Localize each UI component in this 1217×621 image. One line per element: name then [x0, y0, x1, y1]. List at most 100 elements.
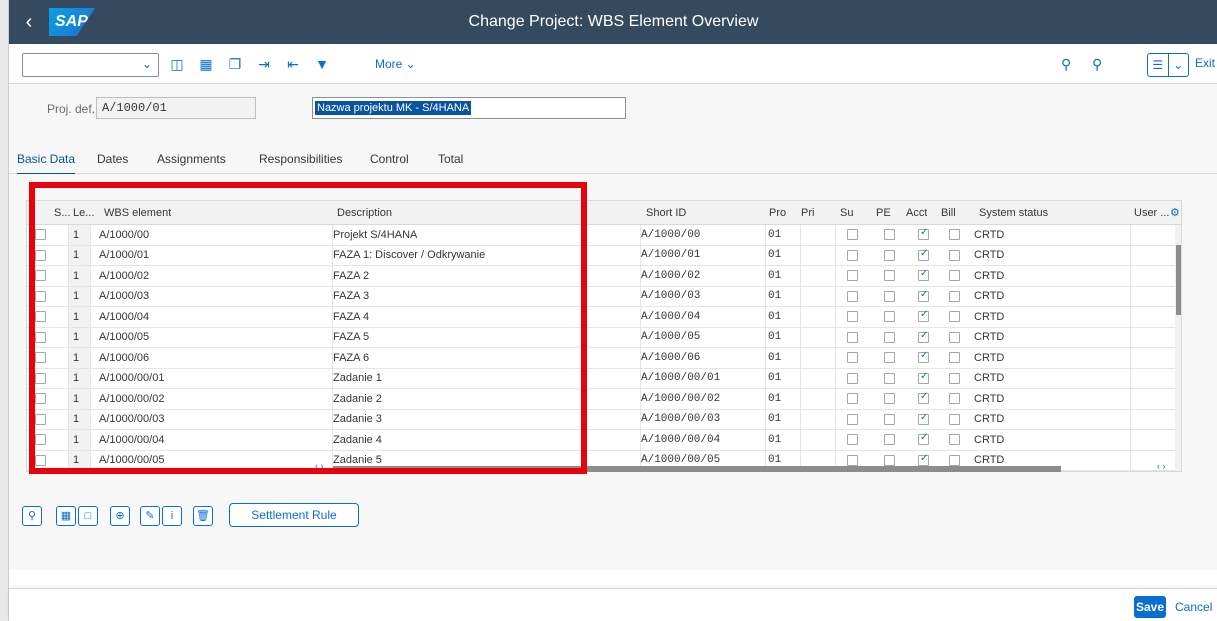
pro-cell[interactable]: 01: [768, 225, 781, 245]
short-cell[interactable]: A/1000/05: [641, 328, 700, 348]
acct-checkbox[interactable]: [918, 289, 929, 302]
short-cell[interactable]: A/1000/00/04: [641, 430, 720, 450]
su-cell[interactable]: [847, 389, 858, 409]
acct-checkbox[interactable]: [918, 330, 929, 343]
tab-responsibilities[interactable]: Responsibilities: [259, 152, 342, 166]
acct-cell[interactable]: [918, 307, 929, 327]
pe-checkbox[interactable]: [884, 352, 895, 364]
bill-cell[interactable]: [949, 287, 960, 307]
pe-cell[interactable]: [884, 266, 895, 286]
pro-cell[interactable]: 01: [768, 287, 781, 307]
vertical-scrollbar[interactable]: [1175, 225, 1181, 471]
status-cell[interactable]: CRTD: [974, 287, 1004, 307]
su-cell[interactable]: [847, 410, 858, 430]
sel-checkbox[interactable]: [35, 393, 46, 405]
acct-checkbox[interactable]: [918, 268, 929, 282]
bill-cell[interactable]: [949, 430, 960, 450]
sel-cell[interactable]: [35, 246, 46, 266]
desc-cell[interactable]: Zadanie 2: [333, 389, 382, 409]
acct-cell[interactable]: [918, 287, 929, 307]
chevron-down-icon[interactable]: ⌄: [1169, 54, 1189, 76]
col-header-pri[interactable]: Pri: [801, 201, 814, 224]
su-cell[interactable]: [847, 307, 858, 327]
desc-cell[interactable]: FAZA 6: [333, 348, 369, 368]
pe-cell[interactable]: [884, 307, 895, 327]
short-cell[interactable]: A/1000/00: [641, 225, 700, 245]
status-cell[interactable]: CRTD: [974, 369, 1004, 389]
scroll-thumb[interactable]: [1176, 245, 1181, 315]
su-checkbox[interactable]: [847, 270, 858, 282]
sel-cell[interactable]: [35, 410, 46, 430]
pe-checkbox[interactable]: [884, 270, 895, 282]
sel-checkbox[interactable]: [35, 270, 46, 282]
table-row[interactable]: 1 A/1000/00/01 Zadanie 1 A/1000/00/01 01 CRTD: [27, 368, 1181, 389]
desc-cell[interactable]: Zadanie 1: [333, 369, 382, 389]
pe-cell[interactable]: [884, 389, 895, 409]
sel-checkbox[interactable]: [35, 413, 46, 425]
su-checkbox[interactable]: [847, 434, 858, 446]
acct-cell[interactable]: [918, 348, 929, 368]
pe-checkbox[interactable]: [884, 331, 895, 343]
pro-cell[interactable]: 01: [768, 307, 781, 327]
short-cell[interactable]: A/1000/06: [641, 348, 700, 368]
pe-checkbox[interactable]: [884, 290, 895, 302]
sel-checkbox[interactable]: [35, 311, 46, 323]
sel-checkbox[interactable]: [35, 331, 46, 343]
select-all-icon[interactable]: ▦: [56, 506, 76, 526]
bill-cell[interactable]: [949, 307, 960, 327]
pe-cell[interactable]: [884, 287, 895, 307]
settlement-rule-button[interactable]: Settlement Rule: [229, 503, 359, 527]
bill-cell[interactable]: [949, 410, 960, 430]
bill-cell[interactable]: [949, 328, 960, 348]
collapse-icon[interactable]: ⇤: [284, 55, 302, 73]
acct-cell[interactable]: [918, 328, 929, 348]
acct-cell[interactable]: [918, 266, 929, 286]
acct-checkbox[interactable]: [918, 453, 929, 466]
wbs-cell[interactable]: A/1000/05: [99, 328, 149, 348]
short-cell[interactable]: A/1000/03: [641, 287, 700, 307]
back-icon[interactable]: ‹: [9, 0, 49, 44]
sel-cell[interactable]: [35, 348, 46, 368]
wbs-cell[interactable]: A/1000/01: [99, 246, 149, 266]
pro-cell[interactable]: 01: [768, 246, 781, 266]
level-cell[interactable]: 1: [73, 287, 79, 307]
su-cell[interactable]: [847, 328, 858, 348]
bill-cell[interactable]: [949, 369, 960, 389]
pe-cell[interactable]: [884, 430, 895, 450]
level-cell[interactable]: 1: [73, 307, 79, 327]
expand-icon[interactable]: ⇥: [255, 55, 273, 73]
wbs-cell[interactable]: A/1000/00/02: [99, 389, 164, 409]
short-cell[interactable]: A/1000/01: [641, 246, 700, 266]
search-icon[interactable]: ⚲: [1061, 55, 1071, 73]
short-cell[interactable]: A/1000/02: [641, 266, 700, 286]
details-icon[interactable]: ◫: [168, 55, 186, 73]
wbs-cell[interactable]: A/1000/06: [99, 348, 149, 368]
status-cell[interactable]: CRTD: [974, 389, 1004, 409]
su-checkbox[interactable]: [847, 393, 858, 405]
sel-cell[interactable]: [35, 225, 46, 245]
more-menu[interactable]: More ⌄: [375, 55, 416, 73]
status-cell[interactable]: CRTD: [974, 328, 1004, 348]
projdef-field[interactable]: A/1000/01: [96, 97, 256, 119]
su-cell[interactable]: [847, 225, 858, 245]
pro-cell[interactable]: 01: [768, 328, 781, 348]
sel-cell[interactable]: [35, 328, 46, 348]
pe-checkbox[interactable]: [884, 413, 895, 425]
table-row[interactable]: 1 A/1000/00/02 Zadanie 2 A/1000/00/02 01 CRTD: [27, 389, 1181, 410]
settings-split-button[interactable]: ☰ ⌄: [1147, 53, 1189, 77]
acct-cell[interactable]: [918, 389, 929, 409]
table-row[interactable]: 1 A/1000/04 FAZA 4 A/1000/04 01 CRTD: [27, 307, 1181, 328]
sel-cell[interactable]: [35, 266, 46, 286]
col-header-bill[interactable]: Bill: [941, 201, 956, 224]
su-cell[interactable]: [847, 430, 858, 450]
acct-checkbox[interactable]: [918, 350, 929, 364]
pe-cell[interactable]: [884, 410, 895, 430]
bill-checkbox[interactable]: [949, 454, 960, 466]
level-cell[interactable]: 1: [73, 246, 79, 266]
tab-dates[interactable]: Dates: [97, 152, 128, 166]
info-icon[interactable]: i: [162, 506, 182, 526]
pe-checkbox[interactable]: [884, 372, 895, 384]
pro-cell[interactable]: 01: [768, 410, 781, 430]
su-checkbox[interactable]: [847, 413, 858, 425]
wbs-cell[interactable]: A/1000/00/01: [99, 369, 164, 389]
